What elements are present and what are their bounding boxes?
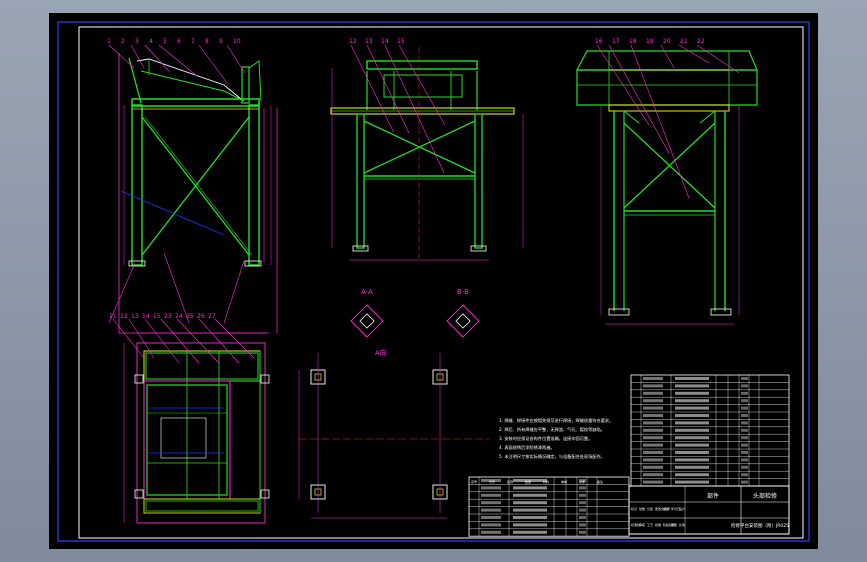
- bom-column-header: 单重: [561, 479, 567, 484]
- balloon-8: 8: [205, 38, 209, 45]
- balloon-15: 15: [397, 38, 405, 45]
- side-elevation-view: [330, 44, 524, 261]
- balloon-4: 4: [149, 38, 153, 45]
- detail-section-a: A-A: [350, 288, 384, 338]
- balloon-12: 12: [120, 313, 128, 320]
- balloon-27: 27: [208, 313, 216, 320]
- title-label: 处数: [639, 506, 645, 511]
- balloon-18: 18: [629, 38, 637, 45]
- balloon-11: 11: [109, 313, 117, 320]
- plan-view: [112, 318, 270, 524]
- balloon-20: 20: [663, 38, 671, 45]
- drawing-name: 检修平台安装图（附）JR025: [731, 522, 789, 529]
- svg-text:B-B: B-B: [457, 288, 469, 296]
- title-label: 重量: [671, 522, 677, 527]
- bom-column-header: 代号: [489, 479, 495, 484]
- title-label: 审核: [639, 522, 645, 527]
- title-main: 头部检修: [753, 492, 777, 500]
- balloon-21: 21: [680, 38, 688, 45]
- title-label: 签名: [663, 506, 669, 511]
- cad-drawing[interactable]: 1 2 3 4 5 6 7 8 9 10 12 13 14 15 16 17 1…: [49, 13, 818, 549]
- balloon-22: 22: [697, 38, 705, 45]
- balloon-9: 9: [219, 38, 223, 45]
- note-line: 1. 焊缝、焊接件应按相关规范进行焊接，焊缝质量符合要求。: [499, 417, 613, 424]
- svg-text:A-A: A-A: [361, 288, 373, 296]
- balloon-16: 16: [595, 38, 603, 45]
- balloon-12: 12: [349, 38, 357, 45]
- balloon-24: 24: [175, 313, 183, 320]
- balloon-23: 23: [164, 313, 172, 320]
- bom-column-header: 备注: [597, 479, 603, 484]
- bom-column-header: 数量: [525, 479, 531, 484]
- balloon-26: 26: [197, 313, 205, 320]
- note-line: 3. 安装时应保证各构件位置准确，连接牢固可靠。: [499, 435, 592, 442]
- title-label: 批准: [655, 522, 661, 527]
- balloon-7: 7: [191, 38, 195, 45]
- part-header: 部件: [707, 492, 719, 500]
- plan-balloon-numbers: 11 12 13 14 15 23 24 25 26 27: [109, 313, 216, 320]
- note-line: 5. 未注明尺寸按实际情况确定，与设备配合处现场配作。: [499, 453, 605, 460]
- balloon-5: 5: [163, 38, 167, 45]
- bom-column-header: 序号: [471, 479, 477, 484]
- title-label: 比例: [679, 522, 685, 527]
- bom-column-header: 材料: [543, 479, 549, 484]
- title-label: 工艺: [647, 522, 653, 527]
- balloon-10: 10: [233, 38, 241, 45]
- side-balloon-numbers: 12 13 14 15: [349, 38, 405, 45]
- balloon-6: 6: [177, 38, 181, 45]
- title-label: 设计: [679, 506, 685, 511]
- bom-column-header: 总重: [579, 479, 585, 484]
- cad-viewport[interactable]: 1 2 3 4 5 6 7 8 9 10 12 13 14 15 16 17 1…: [49, 13, 818, 549]
- balloon-13: 13: [365, 38, 373, 45]
- title-label: 标记: [631, 506, 637, 511]
- front-elevation-view: [108, 44, 278, 334]
- note-line: 2. 焊后、所有焊缝应平整，无焊渣、气孔、裂纹等缺陷。: [499, 426, 605, 433]
- balloon-14: 14: [142, 313, 150, 320]
- balloon-19: 19: [646, 38, 654, 45]
- rear-elevation-view: [576, 44, 758, 325]
- detail-section-b: B-B: [446, 288, 480, 338]
- bom-column-header: 名称: [507, 479, 513, 484]
- balloon-14: 14: [381, 38, 389, 45]
- balloon-2: 2: [121, 38, 125, 45]
- foundation-layout: A向: [298, 348, 489, 519]
- title-label: 分区: [647, 506, 653, 511]
- balloon-13: 13: [131, 313, 139, 320]
- svg-text:A向: A向: [375, 348, 387, 357]
- balloon-15: 15: [153, 313, 161, 320]
- technical-notes: 1. 焊缝、焊接件应按相关规范进行焊接，焊缝质量符合要求。 2. 焊后、所有焊缝应…: [499, 417, 613, 460]
- rear-balloon-numbers: 16 17 18 19 20 21 22: [595, 38, 705, 45]
- balloon-25: 25: [186, 313, 194, 320]
- front-balloon-numbers: 1 2 3 4 5 6 7 8 9 10: [107, 38, 241, 45]
- balloon-3: 3: [135, 38, 139, 45]
- balloon-17: 17: [612, 38, 620, 45]
- note-line: 4. 表面除锈后涂防锈漆两遍。: [499, 444, 555, 451]
- balloon-1: 1: [107, 38, 111, 45]
